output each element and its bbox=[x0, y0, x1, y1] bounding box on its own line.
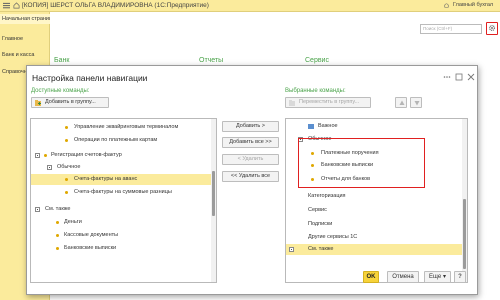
remove-all-button[interactable]: << Удалить все bbox=[222, 171, 279, 182]
command-dot-icon bbox=[56, 234, 59, 237]
search-input[interactable]: Поиск (Ctrl+F) bbox=[420, 24, 482, 34]
list-item[interactable]: Важное bbox=[286, 121, 467, 132]
list-item-label: Операции по платежным картам bbox=[74, 137, 158, 143]
gear-icon bbox=[488, 24, 496, 32]
list-item-label: Важное bbox=[318, 123, 338, 129]
move-to-group-button[interactable]: Переместить в группу... bbox=[285, 97, 371, 108]
list-item[interactable]: Категоризация bbox=[286, 191, 467, 202]
folder-add-icon bbox=[35, 100, 41, 106]
section-service-heading: Сервис bbox=[305, 57, 329, 64]
ok-button[interactable]: OK bbox=[363, 271, 379, 283]
more-button[interactable]: Еще ▾ bbox=[424, 271, 451, 283]
list-item[interactable]: Операции по платежным картам bbox=[31, 135, 216, 146]
list-item-label: Счета-фактуры на аванс bbox=[74, 176, 138, 182]
list-item-label: См. также bbox=[308, 246, 334, 252]
navigation-panel-settings-dialog: Настройка панели навигации Доступные ком… bbox=[26, 65, 478, 295]
list-item[interactable]: Счета-фактуры на суммовые разницы bbox=[31, 187, 216, 198]
list-item-label: Подписки bbox=[308, 221, 333, 227]
add-to-group-button[interactable]: Добавить в группу... bbox=[31, 97, 109, 108]
command-dot-icon bbox=[65, 139, 68, 142]
list-item[interactable]: Деньги bbox=[31, 217, 216, 228]
list-item-label: Деньги bbox=[64, 219, 82, 225]
selected-list-scrollbar[interactable] bbox=[462, 119, 467, 282]
command-dot-icon bbox=[56, 247, 59, 250]
app-menu-icon[interactable] bbox=[3, 2, 10, 9]
more-label: Еще bbox=[429, 274, 442, 280]
list-item[interactable]: Другие сервисы 1С bbox=[286, 232, 467, 243]
available-commands-list[interactable]: Управление эквайринговым терминалом Опер… bbox=[30, 118, 217, 283]
close-icon[interactable] bbox=[467, 73, 475, 81]
list-group-row[interactable]: См. также bbox=[31, 204, 216, 215]
section-bank-heading: Банк bbox=[54, 57, 70, 64]
list-item-label: Обычное bbox=[57, 164, 81, 170]
list-item-selected[interactable]: Счета-фактуры на аванс bbox=[31, 174, 216, 185]
dialog-title: Настройка панели навигации bbox=[32, 73, 148, 83]
add-all-button[interactable]: Добавить все >> bbox=[222, 137, 279, 148]
available-list-scrollbar[interactable] bbox=[211, 119, 216, 282]
highlight-annotation bbox=[298, 138, 425, 188]
arrow-up-icon bbox=[399, 100, 405, 105]
sidebar-item-start-page[interactable]: Начальная страница bbox=[0, 14, 50, 24]
available-commands-label: Доступные команды: bbox=[31, 88, 90, 94]
list-item-label: См. также bbox=[45, 206, 71, 212]
list-item-label: Управление эквайринговым терминалом bbox=[74, 124, 179, 130]
arrow-down-icon bbox=[414, 101, 420, 106]
list-subgroup-row[interactable]: Обычное bbox=[31, 162, 216, 173]
list-item[interactable]: Управление эквайринговым терминалом bbox=[31, 122, 216, 133]
bell-icon[interactable] bbox=[443, 2, 450, 9]
window-titlebar: [КОПИЯ] ШЕРСТ ОЛЬГА ВЛАДИМИРОВНА (1С:Пре… bbox=[0, 0, 500, 12]
window-title: [КОПИЯ] ШЕРСТ ОЛЬГА ВЛАДИМИРОВНА (1С:Пре… bbox=[22, 2, 209, 9]
section-reports-heading: Отчеты bbox=[199, 57, 224, 64]
group-dot-icon bbox=[44, 154, 47, 157]
list-item-label: Сервис bbox=[308, 207, 327, 213]
maximize-icon[interactable] bbox=[455, 73, 463, 81]
list-item-label: Другие сервисы 1С bbox=[308, 234, 358, 240]
important-icon bbox=[308, 124, 314, 129]
sidebar-item-main[interactable]: Главное bbox=[0, 34, 50, 44]
move-down-button[interactable] bbox=[410, 97, 422, 108]
collapse-icon[interactable] bbox=[35, 207, 40, 212]
list-item[interactable]: Сервис bbox=[286, 205, 467, 216]
command-dot-icon bbox=[56, 221, 59, 224]
remove-button[interactable]: < Удалить bbox=[222, 154, 279, 165]
scrollbar-thumb[interactable] bbox=[463, 199, 466, 269]
command-dot-icon bbox=[65, 126, 68, 129]
list-item[interactable]: Подписки bbox=[286, 219, 467, 230]
list-item-label: Кассовые документы bbox=[64, 232, 119, 238]
command-dot-icon bbox=[65, 178, 68, 181]
list-item-label: Регистрация счетов-фактур bbox=[51, 152, 122, 158]
add-button[interactable]: Добавить > bbox=[222, 121, 279, 132]
list-item[interactable]: Банковские выписки bbox=[31, 243, 216, 254]
scrollbar-thumb[interactable] bbox=[212, 171, 215, 216]
move-up-button[interactable] bbox=[395, 97, 407, 108]
sidebar-item-bank-and-cash[interactable]: Банк и касса bbox=[0, 50, 50, 60]
cancel-button[interactable]: Отмена bbox=[387, 271, 419, 283]
list-item-label: Счета-фактуры на суммовые разницы bbox=[74, 189, 172, 195]
home-icon[interactable] bbox=[13, 2, 20, 9]
list-item[interactable]: Кассовые документы bbox=[31, 230, 216, 241]
more-options-icon[interactable] bbox=[443, 73, 451, 81]
add-to-group-label: Добавить в группу... bbox=[45, 99, 96, 105]
selected-commands-label: Выбранные команды: bbox=[285, 88, 346, 94]
collapse-icon[interactable] bbox=[35, 153, 40, 158]
folder-move-icon bbox=[289, 100, 295, 106]
list-item-label: Банковские выписки bbox=[64, 245, 117, 251]
command-dot-icon bbox=[65, 191, 68, 194]
settings-gear-button[interactable] bbox=[486, 22, 498, 35]
list-group-row[interactable]: Регистрация счетов-фактур bbox=[31, 150, 216, 161]
collapse-icon[interactable] bbox=[289, 247, 294, 252]
collapse-icon[interactable] bbox=[47, 165, 52, 170]
list-group-row-selected[interactable]: См. также bbox=[286, 244, 467, 255]
help-button[interactable]: ? bbox=[454, 271, 466, 283]
chevron-down-icon: ▾ bbox=[442, 274, 446, 280]
move-to-group-label: Переместить в группу... bbox=[299, 99, 360, 105]
current-user[interactable]: Главный бухгал bbox=[453, 2, 493, 8]
list-item-label: Категоризация bbox=[308, 193, 346, 199]
